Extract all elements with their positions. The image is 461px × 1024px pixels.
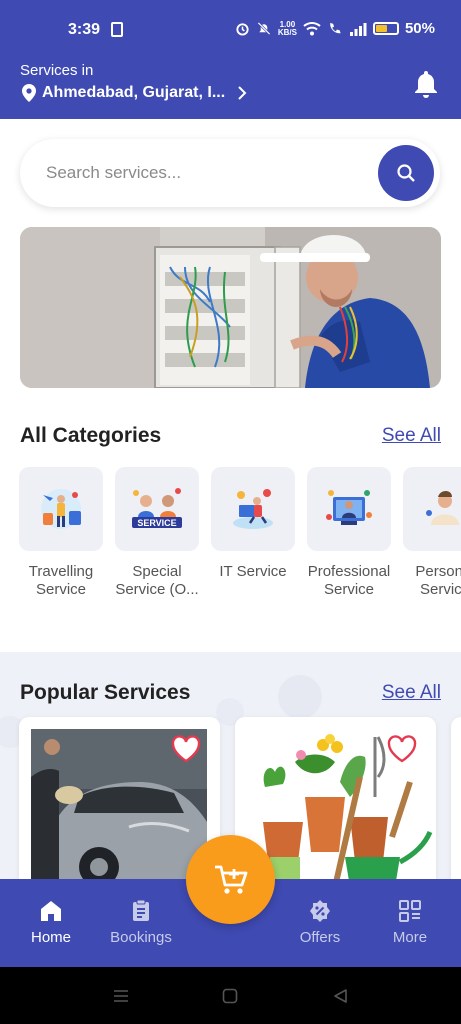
alarm-icon <box>236 23 249 36</box>
net-speed-unit: KB/S <box>277 27 297 37</box>
chevron-right-icon <box>238 86 247 100</box>
category-personal-service[interactable]: Personal Service <box>403 467 461 599</box>
favorite-heart-icon[interactable] <box>171 735 201 763</box>
nav-offers[interactable]: Offers <box>280 879 360 967</box>
category-label: IT Service <box>219 563 287 580</box>
wifi-call-icon <box>330 22 341 34</box>
category-it-service[interactable]: IT Service <box>211 467 295 581</box>
back-icon[interactable] <box>332 988 348 1004</box>
add-to-cart-icon <box>214 865 247 894</box>
travel-icon <box>41 489 81 529</box>
category-professional-service[interactable]: Professional Service <box>307 467 391 599</box>
category-special-service[interactable]: SERVICE Special Service (O... <box>115 467 199 599</box>
popular-services-title: Popular Services <box>20 681 191 704</box>
system-navigation-bar <box>0 967 461 1024</box>
home-icon <box>41 901 61 921</box>
nav-home[interactable]: Home <box>11 879 91 967</box>
categories-title: All Categories <box>20 424 162 447</box>
location-selector[interactable]: Ahmedabad, Gujarat, I... <box>22 84 247 102</box>
nav-label: Offers <box>299 929 341 946</box>
professional-service-icon <box>326 490 372 525</box>
popular-see-all-link[interactable]: See All <box>382 682 441 704</box>
mute-icon <box>257 22 271 35</box>
favorite-heart-icon[interactable] <box>387 735 417 763</box>
search-bar <box>20 139 440 207</box>
services-in-label: Services in <box>20 62 94 79</box>
category-label: Personal Service <box>415 563 461 598</box>
it-service-icon <box>233 489 273 529</box>
category-label: Travelling Service <box>28 563 94 598</box>
app-header: Services in Ahmedabad, Gujarat, I... <box>0 46 461 119</box>
svg-text:SERVICE: SERVICE <box>137 518 176 528</box>
location-text: Ahmedabad, Gujarat, I... <box>42 84 226 101</box>
app-screen: 3:39 1.00 KB/S 50% Services in Ahmedabad… <box>0 0 461 1024</box>
nav-label: Bookings <box>110 929 172 946</box>
nav-label: Home <box>30 929 71 946</box>
nav-label: More <box>392 929 428 946</box>
search-button[interactable] <box>378 145 434 201</box>
wifi-icon <box>303 22 321 36</box>
special-service-icon: SERVICE <box>132 488 182 528</box>
category-icon-box: SERVICE <box>115 467 199 551</box>
notification-bell-icon[interactable] <box>413 69 439 99</box>
battery-level <box>375 25 387 32</box>
promo-banner[interactable] <box>20 227 441 388</box>
add-to-cart-button[interactable] <box>186 835 275 924</box>
status-icons: 1.00 KB/S 50% <box>235 20 435 37</box>
nav-bookings[interactable]: Bookings <box>101 879 181 967</box>
category-icon-box <box>211 467 295 551</box>
popular-service-card-partial[interactable] <box>451 717 461 887</box>
more-icon <box>399 900 421 922</box>
nav-more[interactable]: More <box>370 879 450 967</box>
home-button-icon[interactable] <box>222 988 238 1004</box>
category-icon-box <box>19 467 103 551</box>
net-speed: 1.00 KB/S <box>277 20 297 37</box>
status-bar: 3:39 1.00 KB/S 50% <box>0 0 461 46</box>
offers-icon <box>310 900 330 922</box>
search-icon <box>397 164 415 182</box>
category-label: Professional Service <box>307 563 391 598</box>
category-label: Special Service (O... <box>115 563 199 598</box>
category-icon-box <box>403 467 461 551</box>
categories-list: Travelling Service SERVICE Special Servi… <box>19 467 461 607</box>
battery-percent: 50% <box>404 20 435 37</box>
electrician-banner-image <box>20 227 441 388</box>
category-icon-box <box>307 467 391 551</box>
signal-icon <box>349 22 367 36</box>
categories-see-all-link[interactable]: See All <box>382 425 441 447</box>
status-time: 3:39 <box>68 21 101 38</box>
battery-icon <box>372 22 399 35</box>
category-travelling[interactable]: Travelling Service <box>19 467 103 599</box>
search-input[interactable] <box>46 157 366 189</box>
sim-icon <box>111 22 123 37</box>
location-pin-icon <box>22 84 36 102</box>
personal-service-icon <box>426 491 459 525</box>
bookings-icon <box>133 899 149 921</box>
recent-apps-icon[interactable] <box>113 988 129 1004</box>
